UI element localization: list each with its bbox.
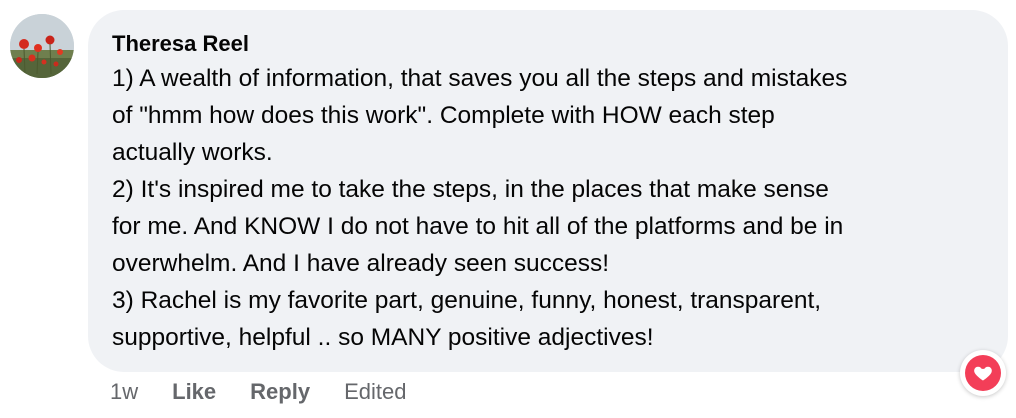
poppy-field-photo bbox=[10, 14, 74, 78]
comment: Theresa Reel 1) A wealth of information,… bbox=[0, 0, 1016, 418]
comment-line: 1) A wealth of information, that saves y… bbox=[112, 65, 848, 92]
comment-actions: 1w Like Reply Edited bbox=[110, 376, 440, 408]
comment-line: 2) It's inspired me to take the steps, i… bbox=[112, 176, 829, 203]
comment-timestamp[interactable]: 1w bbox=[110, 379, 138, 405]
comment-line: actually works. bbox=[112, 139, 273, 166]
comment-author[interactable]: Theresa Reel bbox=[112, 30, 984, 58]
edited-label[interactable]: Edited bbox=[344, 379, 406, 405]
comment-line: 3) Rachel is my favorite part, genuine, … bbox=[112, 287, 822, 314]
comment-line: overwhelm. And I have already seen succe… bbox=[112, 250, 610, 277]
heart-icon bbox=[965, 355, 1001, 391]
comment-text: 1) A wealth of information, that saves y… bbox=[112, 60, 984, 356]
reply-button[interactable]: Reply bbox=[250, 379, 310, 405]
comment-line: of "hmm how does this work". Complete wi… bbox=[112, 102, 775, 129]
comment-bubble: Theresa Reel 1) A wealth of information,… bbox=[88, 10, 1008, 372]
reaction-badge[interactable] bbox=[960, 350, 1006, 396]
comment-line: supportive, helpful .. so MANY positive … bbox=[112, 324, 654, 351]
comment-line: for me. And KNOW I do not have to hit al… bbox=[112, 213, 844, 240]
like-button[interactable]: Like bbox=[172, 379, 216, 405]
avatar[interactable] bbox=[10, 14, 74, 78]
